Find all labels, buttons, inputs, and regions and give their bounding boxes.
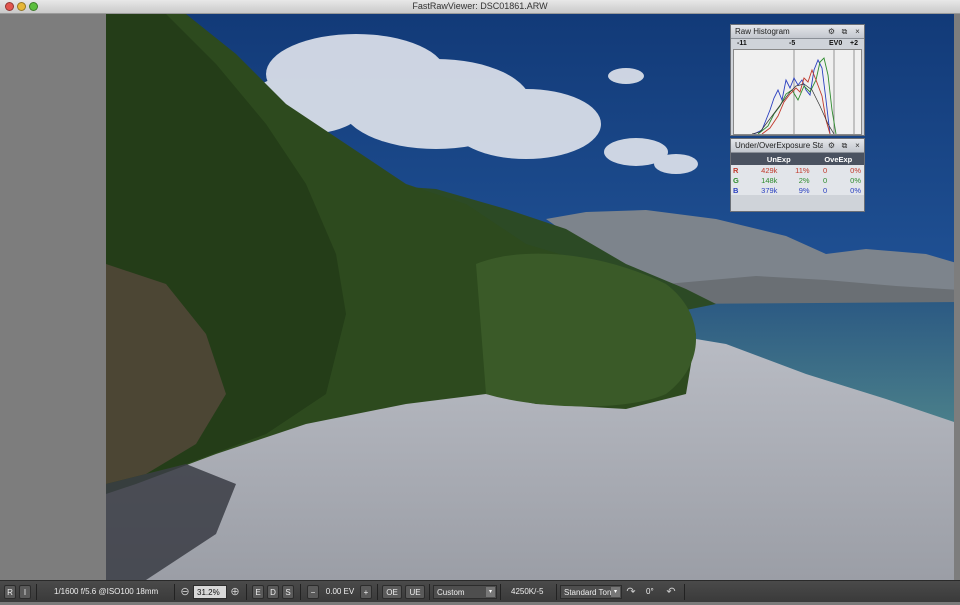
histogram-curve-blue bbox=[753, 58, 831, 135]
gear-icon[interactable]: ⚙ bbox=[827, 141, 836, 150]
underexposed-count-cell: 379k bbox=[745, 185, 781, 195]
s-button[interactable]: S bbox=[282, 585, 294, 599]
overexposure-button[interactable]: OE bbox=[382, 585, 402, 599]
table-header-channel bbox=[731, 153, 745, 165]
divider bbox=[377, 584, 378, 600]
dropdown-arrow-icon: ▾ bbox=[486, 587, 495, 597]
title-bar: FastRawViewer: DSC01861.ARW bbox=[0, 0, 960, 14]
ev-label-minus11: -11 bbox=[737, 40, 747, 47]
overexposed-percent-cell: 0% bbox=[830, 185, 864, 195]
left-gutter bbox=[0, 14, 106, 580]
overexposed-percent-cell: 0% bbox=[830, 165, 864, 175]
status-bar: R I 1/1600 f/5.6 @ISO100 18mm ⊖ 31.2% ⊕ … bbox=[0, 580, 960, 602]
channel-cell: G bbox=[731, 175, 745, 185]
overexposed-count-cell: 0 bbox=[812, 185, 831, 195]
rotation-value: 0° bbox=[646, 587, 654, 596]
e-button[interactable]: E bbox=[252, 585, 264, 599]
ev-label-ev0: EV0 bbox=[829, 40, 843, 47]
window-title: FastRawViewer: DSC01861.ARW bbox=[412, 1, 548, 11]
divider bbox=[36, 584, 37, 600]
tone-curve-label: Standard Tone bbox=[564, 588, 614, 597]
ev-increase-button[interactable]: + bbox=[360, 585, 372, 599]
exposure-panel-title: Under/OverExposure Stats bbox=[735, 141, 823, 150]
table-header-ovexp: OveExp bbox=[812, 153, 864, 165]
dropdown-arrow-icon: ▾ bbox=[611, 587, 620, 597]
underexposed-count-cell: 148k bbox=[745, 175, 781, 185]
wb-preset-label: Custom bbox=[437, 588, 465, 597]
exif-info: 1/1600 f/5.6 @ISO100 18mm bbox=[54, 587, 159, 596]
divider bbox=[429, 584, 430, 600]
histogram-ev-scale: -11 -5 EV0 +2 bbox=[731, 39, 864, 49]
rotate-icon[interactable]: ↷ bbox=[624, 585, 638, 599]
d-button[interactable]: D bbox=[267, 585, 279, 599]
divider bbox=[246, 584, 247, 600]
divider bbox=[684, 584, 685, 600]
divider bbox=[300, 584, 301, 600]
divider bbox=[500, 584, 501, 600]
underexposed-percent-cell: 11% bbox=[780, 165, 813, 175]
channel-cell: R bbox=[731, 165, 745, 175]
channel-cell: B bbox=[731, 185, 745, 195]
table-row: R 429k 11% 0 0% bbox=[731, 165, 864, 175]
divider bbox=[556, 584, 557, 600]
histogram-panel-title: Raw Histogram bbox=[735, 27, 790, 36]
histogram-panel-header[interactable]: Raw Histogram ⚙ ⧉ × bbox=[731, 25, 864, 39]
exposure-stats-table: UnExp OveExp R 429k 11% 0 0% G 148k 2% 0 0% B 379k 9… bbox=[731, 153, 864, 195]
tone-curve-select[interactable]: Standard Tone ▾ bbox=[560, 585, 622, 599]
histogram-plot bbox=[733, 49, 862, 135]
zoom-out-icon[interactable]: ⊖ bbox=[178, 585, 192, 599]
overexposed-count-cell: 0 bbox=[812, 175, 831, 185]
overexposed-count-cell: 0 bbox=[812, 165, 831, 175]
r-mode-button[interactable]: R bbox=[4, 585, 16, 599]
white-balance-value[interactable]: 4250K/-5 bbox=[511, 585, 557, 599]
close-icon[interactable]: × bbox=[853, 141, 862, 150]
detach-icon[interactable]: ⧉ bbox=[840, 141, 849, 150]
right-gutter bbox=[954, 14, 960, 580]
zoom-value[interactable]: 31.2% bbox=[193, 585, 227, 599]
table-row: G 148k 2% 0 0% bbox=[731, 175, 864, 185]
histogram-curve-green bbox=[757, 57, 837, 135]
ev-decrease-button[interactable]: − bbox=[307, 585, 319, 599]
ev-value[interactable]: 0.00 EV bbox=[322, 585, 358, 599]
underexposed-percent-cell: 9% bbox=[780, 185, 813, 195]
divider bbox=[174, 584, 175, 600]
detach-icon[interactable]: ⧉ bbox=[840, 27, 849, 36]
overexposed-percent-cell: 0% bbox=[830, 175, 864, 185]
exposure-stats-panel: Under/OverExposure Stats ⚙ ⧉ × UnExp Ove… bbox=[730, 138, 865, 212]
ev-label-minus5: -5 bbox=[789, 40, 796, 47]
underexposure-button[interactable]: UE bbox=[405, 585, 425, 599]
close-icon[interactable]: × bbox=[853, 27, 862, 36]
white-balance-preset-select[interactable]: Custom ▾ bbox=[433, 585, 497, 599]
table-header-row: UnExp OveExp bbox=[731, 153, 864, 165]
gear-icon[interactable]: ⚙ bbox=[827, 27, 836, 36]
raw-histogram-panel: Raw Histogram ⚙ ⧉ × -11 -5 EV0 +2 bbox=[730, 24, 865, 136]
zoom-in-icon[interactable]: ⊕ bbox=[228, 585, 242, 599]
underexposed-percent-cell: 2% bbox=[780, 175, 813, 185]
table-header-unexp: UnExp bbox=[745, 153, 813, 165]
i-mode-button[interactable]: I bbox=[19, 585, 31, 599]
exposure-panel-header[interactable]: Under/OverExposure Stats ⚙ ⧉ × bbox=[731, 139, 864, 153]
undo-icon[interactable]: ↶ bbox=[664, 585, 678, 599]
underexposed-count-cell: 429k bbox=[745, 165, 781, 175]
ev-label-plus2: +2 bbox=[850, 40, 858, 47]
table-row: B 379k 9% 0 0% bbox=[731, 185, 864, 195]
